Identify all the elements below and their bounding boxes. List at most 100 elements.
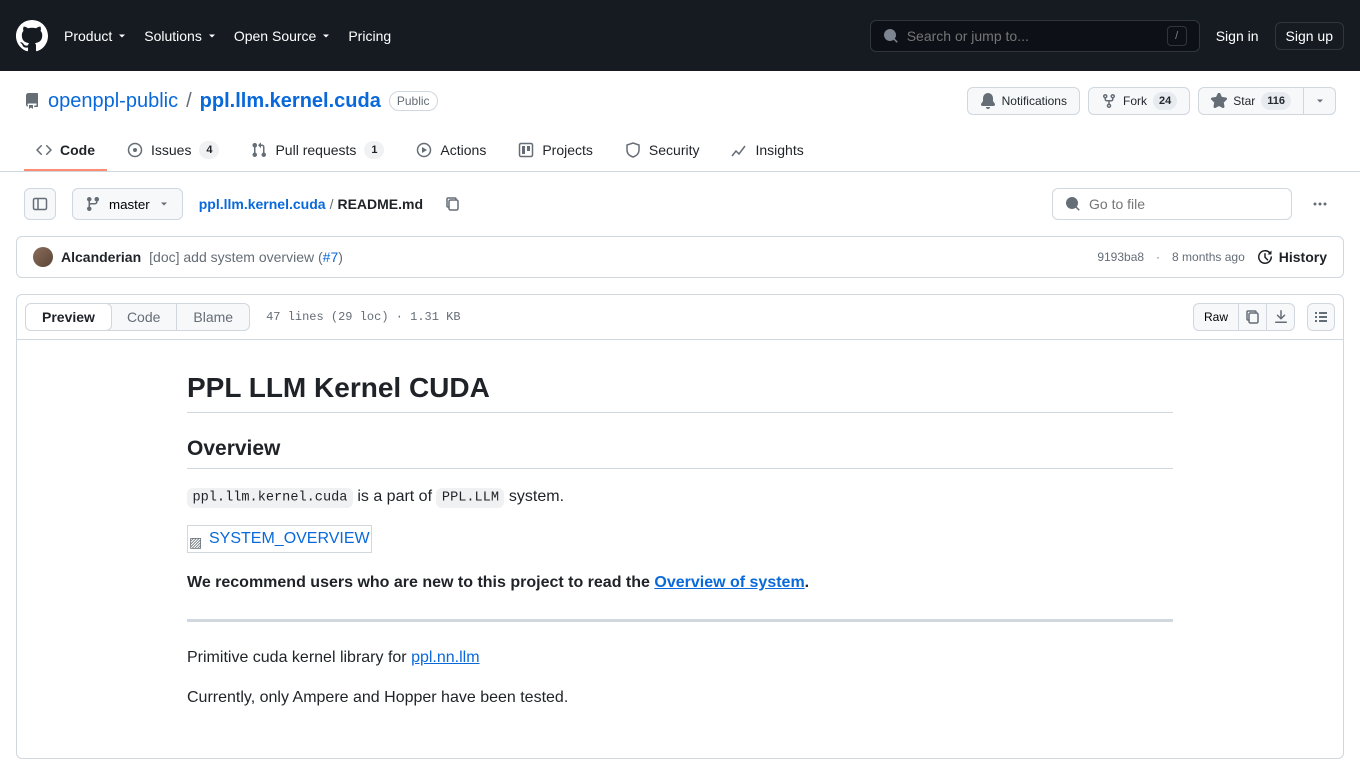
nav-projects[interactable]: Projects (506, 131, 605, 171)
chevron-down-icon (320, 30, 332, 42)
nav-issues[interactable]: Issues4 (115, 131, 231, 171)
repo-name-link[interactable]: ppl.llm.kernel.cuda (200, 90, 381, 112)
nav-actions[interactable]: Actions (404, 131, 498, 171)
global-header: Product Solutions Open Source Pricing / … (0, 0, 1360, 71)
repo-title: openppl-public / ppl.llm.kernel.cuda Pub… (24, 90, 438, 113)
shield-icon (625, 142, 641, 158)
nav-insights[interactable]: Insights (719, 131, 815, 171)
nav-pulls[interactable]: Pull requests1 (239, 131, 396, 171)
fork-icon (1101, 93, 1117, 109)
star-count: 116 (1261, 92, 1291, 110)
repo-actions: Notifications Fork 24 Star 116 (967, 87, 1336, 115)
search-box[interactable]: / (870, 20, 1200, 52)
broken-image-icon (189, 531, 205, 547)
history-link[interactable]: History (1257, 249, 1327, 265)
commit-left: Alcanderian [doc] add system overview (#… (33, 247, 343, 267)
ppl-nn-llm-link[interactable]: ppl.nn.llm (411, 649, 479, 666)
signup-link[interactable]: Sign up (1275, 22, 1344, 50)
goto-file[interactable] (1052, 188, 1292, 220)
star-button[interactable]: Star 116 (1198, 87, 1304, 115)
nav-opensource[interactable]: Open Source (234, 28, 333, 44)
outline-button[interactable] (1307, 303, 1335, 331)
readme-p3: Primitive cuda kernel library for ppl.nn… (187, 646, 1173, 670)
sep: / (186, 90, 192, 113)
breadcrumb-file: README.md (337, 196, 423, 212)
pull-request-icon (251, 142, 267, 158)
repo-icon (24, 93, 40, 109)
download-icon (1273, 309, 1289, 325)
sidebar-icon (32, 196, 48, 212)
list-icon (1313, 309, 1329, 325)
nav-solutions[interactable]: Solutions (144, 28, 218, 44)
graph-icon (731, 142, 747, 158)
goto-file-input[interactable] (1089, 196, 1279, 212)
signin-link[interactable]: Sign in (1216, 28, 1259, 44)
more-button[interactable] (1304, 188, 1336, 220)
search-input[interactable] (907, 28, 1159, 44)
file-toolbar-left: master ppl.llm.kernel.cuda / README.md (24, 188, 467, 220)
chevron-down-icon (206, 30, 218, 42)
fork-button[interactable]: Fork 24 (1088, 87, 1190, 115)
play-icon (416, 142, 432, 158)
history-icon (1257, 249, 1273, 265)
copy-path-button[interactable] (439, 190, 467, 218)
readme-h2-overview: Overview (187, 437, 1173, 468)
search-icon (1065, 196, 1081, 212)
nav-security[interactable]: Security (613, 131, 712, 171)
commit-author[interactable]: Alcanderian (61, 249, 141, 265)
readme-content: PPL LLM Kernel CUDA Overview ppl.llm.ker… (155, 340, 1205, 758)
author-avatar[interactable] (33, 247, 53, 267)
commit-message[interactable]: [doc] add system overview (#7) (149, 249, 343, 265)
readme-p1: ppl.llm.kernel.cuda is a part of PPL.LLM… (187, 485, 1173, 509)
header-nav: Product Solutions Open Source Pricing (64, 28, 391, 44)
readme-p2: We recommend users who are new to this p… (187, 571, 1173, 595)
star-icon (1211, 93, 1227, 109)
overview-link[interactable]: Overview of system (654, 574, 804, 591)
notifications-button[interactable]: Notifications (967, 87, 1080, 115)
github-logo-icon[interactable] (16, 20, 48, 52)
repo-owner-link[interactable]: openppl-public (48, 90, 178, 113)
file-toolbar: master ppl.llm.kernel.cuda / README.md (0, 172, 1360, 236)
download-button[interactable] (1267, 303, 1295, 331)
bell-icon (980, 93, 996, 109)
code-tab[interactable]: Code (111, 304, 176, 330)
commit-pr-link[interactable]: #7 (323, 249, 339, 265)
header-left: Product Solutions Open Source Pricing (16, 20, 391, 52)
nav-code[interactable]: Code (24, 131, 107, 171)
repo-title-row: openppl-public / ppl.llm.kernel.cuda Pub… (24, 87, 1336, 115)
header-right: / Sign in Sign up (870, 20, 1344, 52)
projects-icon (518, 142, 534, 158)
blame-tab[interactable]: Blame (177, 304, 249, 330)
divider (187, 619, 1173, 622)
search-icon (883, 28, 899, 44)
copy-icon (445, 196, 461, 212)
repo-header: openppl-public / ppl.llm.kernel.cuda Pub… (0, 71, 1360, 172)
issues-icon (127, 142, 143, 158)
visibility-badge: Public (389, 91, 438, 111)
chevron-down-icon (116, 30, 128, 42)
branch-icon (85, 196, 101, 212)
nav-pricing[interactable]: Pricing (348, 28, 391, 44)
copy-icon (1245, 309, 1261, 325)
sidebar-toggle[interactable] (24, 188, 56, 220)
commit-right: 9193ba8 · 8 months ago History (1097, 249, 1327, 265)
readme-p4: Currently, only Ampere and Hopper have b… (187, 686, 1173, 710)
chevron-down-icon (158, 198, 170, 210)
kebab-icon (1312, 196, 1328, 212)
nav-product[interactable]: Product (64, 28, 128, 44)
star-dropdown[interactable] (1304, 87, 1336, 115)
file-box: Preview Code Blame 47 lines (29 loc) · 1… (16, 294, 1344, 759)
breadcrumb: ppl.llm.kernel.cuda / README.md (199, 196, 423, 212)
system-overview-image-link[interactable]: SYSTEM_OVERVIEW (187, 525, 372, 553)
commit-sha[interactable]: 9193ba8 (1097, 250, 1144, 264)
code-icon (36, 142, 52, 158)
preview-tab[interactable]: Preview (26, 304, 111, 330)
readme-h1: PPL LLM Kernel CUDA (187, 372, 1173, 413)
file-meta: 47 lines (29 loc) · 1.31 KB (266, 310, 460, 324)
chevron-down-icon (1314, 95, 1326, 107)
raw-button[interactable]: Raw (1193, 303, 1239, 331)
breadcrumb-root[interactable]: ppl.llm.kernel.cuda (199, 196, 326, 212)
copy-button[interactable] (1239, 303, 1267, 331)
branch-select[interactable]: master (72, 188, 183, 220)
slash-key: / (1167, 26, 1187, 46)
